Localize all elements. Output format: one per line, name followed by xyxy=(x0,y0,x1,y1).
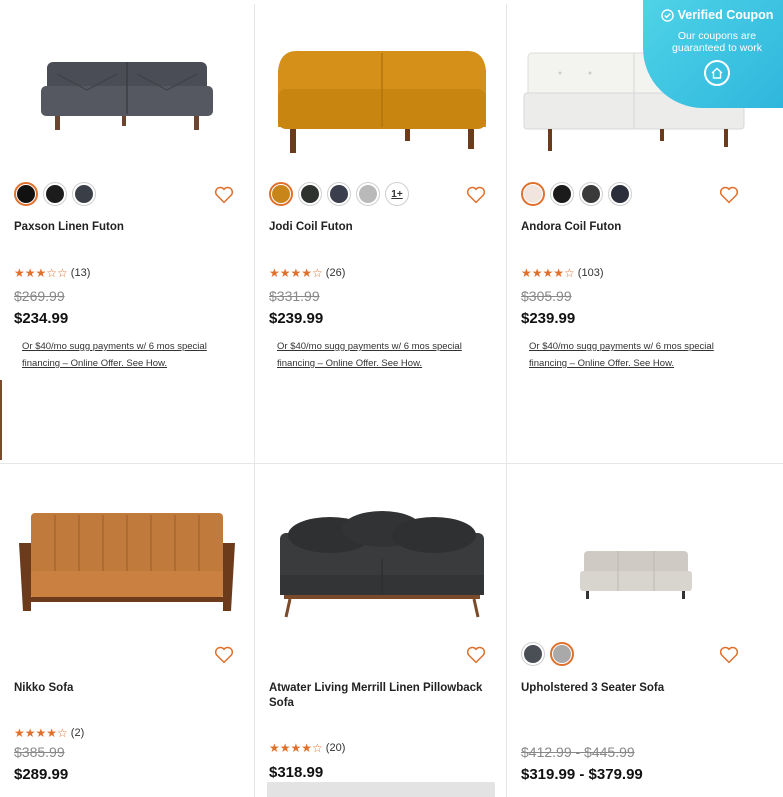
star-rating-icon: ★★★★☆ xyxy=(269,741,323,755)
coupon-title: Verified Coupon xyxy=(657,8,777,22)
swatch-light-gray[interactable] xyxy=(356,182,380,206)
swatch-black[interactable] xyxy=(14,182,38,206)
home-icon[interactable] xyxy=(704,60,730,86)
coupon-title-text: Verified Coupon xyxy=(677,8,774,22)
star-rating-icon: ★★★★☆ xyxy=(14,726,68,740)
color-swatches: 1+ xyxy=(269,182,409,206)
sale-price: $239.99 xyxy=(269,310,324,327)
left-edge-image-fragment xyxy=(0,380,2,460)
heart-icon[interactable] xyxy=(466,186,486,204)
check-circle-icon xyxy=(660,8,674,22)
review-count[interactable]: (13) xyxy=(71,267,91,279)
product-name[interactable]: Upholstered 3 Seater Sofa xyxy=(521,681,746,696)
product-image[interactable] xyxy=(267,484,497,644)
heart-icon[interactable] xyxy=(214,646,234,664)
review-count[interactable]: (103) xyxy=(578,267,604,279)
product-grid: Paxson Linen Futon ★★★☆☆ (13) $269.99 $2… xyxy=(0,0,783,797)
sale-price: $319.99 - $379.99 xyxy=(521,766,643,783)
star-rating-icon: ★★★★☆ xyxy=(269,266,323,280)
financing-link[interactable]: Or $40/mo sugg payments w/ 6 mos special… xyxy=(277,338,487,372)
swatch-light-gray[interactable] xyxy=(550,642,574,666)
swatch-slate[interactable] xyxy=(72,182,96,206)
original-price: $331.99 xyxy=(269,288,320,304)
heart-icon[interactable] xyxy=(214,186,234,204)
product-name[interactable]: Paxson Linen Futon xyxy=(14,220,239,235)
heart-icon[interactable] xyxy=(719,646,739,664)
original-price: $385.99 xyxy=(14,744,65,760)
product-name[interactable]: Atwater Living Merrill Linen Pillowback … xyxy=(269,681,494,711)
product-card-paxson[interactable]: Paxson Linen Futon ★★★☆☆ (13) $269.99 $2… xyxy=(0,4,255,464)
financing-placeholder xyxy=(267,782,495,797)
product-name[interactable]: Jodi Coil Futon xyxy=(269,220,494,235)
heart-icon[interactable] xyxy=(719,186,739,204)
color-swatches xyxy=(521,182,632,206)
sale-price: $318.99 xyxy=(269,764,324,781)
product-rating: ★★★★☆ (26) xyxy=(269,266,345,280)
star-rating-icon: ★★★★☆ xyxy=(521,266,575,280)
product-image[interactable] xyxy=(12,14,242,174)
swatch-dark-gray[interactable] xyxy=(521,642,545,666)
product-image[interactable] xyxy=(12,484,242,644)
product-name[interactable]: Nikko Sofa xyxy=(14,681,239,696)
review-count[interactable]: (20) xyxy=(326,742,346,754)
swatch-navy[interactable] xyxy=(327,182,351,206)
product-rating: ★★★★☆ (2) xyxy=(14,726,84,740)
product-rating: ★★★★☆ (20) xyxy=(269,741,345,755)
original-price: $305.99 xyxy=(521,288,572,304)
swatch-white[interactable] xyxy=(521,182,545,206)
product-card-atwater[interactable]: Atwater Living Merrill Linen Pillowback … xyxy=(255,464,507,797)
color-swatches xyxy=(14,182,96,206)
original-price: $269.99 xyxy=(14,288,65,304)
star-rating-icon: ★★★☆☆ xyxy=(14,266,68,280)
product-card-jodi[interactable]: 1+ Jodi Coil Futon ★★★★☆ (26) $331.99 $2… xyxy=(255,4,507,464)
review-count[interactable]: (26) xyxy=(326,267,346,279)
swatch-black[interactable] xyxy=(550,182,574,206)
product-image[interactable] xyxy=(519,484,749,644)
swatch-dark-green[interactable] xyxy=(298,182,322,206)
coupon-subtitle: Our coupons are guaranteed to work xyxy=(672,30,762,54)
financing-link[interactable]: Or $40/mo sugg payments w/ 6 mos special… xyxy=(529,338,739,372)
sale-price: $234.99 xyxy=(14,310,69,327)
financing-link[interactable]: Or $40/mo sugg payments w/ 6 mos special… xyxy=(22,338,232,372)
product-image[interactable] xyxy=(267,14,497,174)
product-card-nikko[interactable]: Nikko Sofa ★★★★☆ (2) $385.99 $289.99 xyxy=(0,464,255,797)
original-price: $412.99 - $445.99 xyxy=(521,744,635,760)
swatch-charcoal[interactable] xyxy=(43,182,67,206)
more-swatches[interactable]: 1+ xyxy=(385,182,409,206)
sale-price: $289.99 xyxy=(14,766,69,783)
product-name[interactable]: Andora Coil Futon xyxy=(521,220,746,235)
review-count[interactable]: (2) xyxy=(71,727,84,739)
swatch-mustard[interactable] xyxy=(269,182,293,206)
heart-icon[interactable] xyxy=(466,646,486,664)
swatch-charcoal[interactable] xyxy=(579,182,603,206)
product-rating: ★★★★☆ (103) xyxy=(521,266,603,280)
color-swatches xyxy=(521,642,574,666)
sale-price: $239.99 xyxy=(521,310,576,327)
swatch-navy[interactable] xyxy=(608,182,632,206)
product-card-upholstered[interactable]: Upholstered 3 Seater Sofa $412.99 - $445… xyxy=(507,464,783,797)
verified-coupon-badge[interactable]: Verified Coupon Our coupons are guarante… xyxy=(643,0,783,108)
product-rating: ★★★☆☆ (13) xyxy=(14,266,90,280)
